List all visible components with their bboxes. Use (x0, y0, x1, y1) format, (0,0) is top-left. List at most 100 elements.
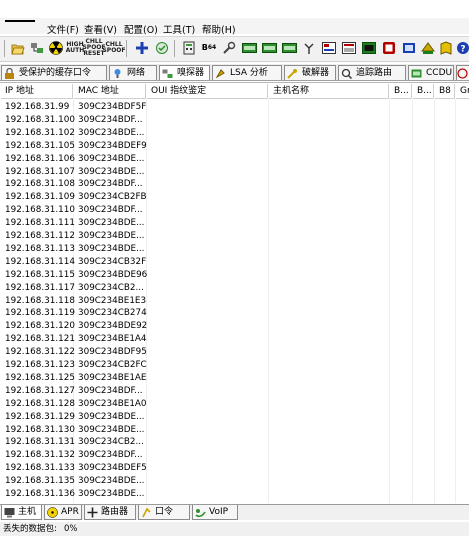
menu-view[interactable]: 查看(V) (84, 22, 117, 36)
radioactive-icon[interactable] (48, 40, 64, 56)
ip-address-cell: 192.168.31.108 (5, 179, 75, 190)
base64-icon[interactable]: B 64 (201, 40, 217, 56)
col-header-ip[interactable]: IP 地址 (1, 84, 73, 99)
ntlm-hash-icon[interactable] (261, 40, 277, 56)
menu-tools[interactable]: 工具(T) (163, 22, 195, 36)
table-row[interactable]: 192.168.31.114 309C234CB32F (0, 256, 469, 269)
table-row[interactable]: 192.168.31.129 309C234BDE... (0, 411, 469, 424)
chall-spoof-reset-label[interactable]: CHLL SPOOF RESET (82, 39, 105, 57)
table-row[interactable]: 192.168.31.127 309C234BDF... (0, 385, 469, 398)
ip-address-cell: 192.168.31.107 (5, 166, 75, 177)
mac-address-cell: 309C234BDF... (78, 205, 143, 216)
table-row[interactable]: 192.168.31.115 309C234BDE96 (0, 269, 469, 282)
table-row[interactable]: 192.168.31.107 309C234BDE... (0, 166, 469, 179)
menu-file[interactable]: 文件(F) (47, 22, 79, 36)
tab-protected-cache[interactable]: 受保护的缓存口令 (1, 65, 107, 80)
tab-apr[interactable]: APR (44, 505, 82, 520)
table-row[interactable]: 192.168.31.130 309C234BDE... (0, 424, 469, 437)
col-header-b2[interactable]: B... (413, 84, 434, 99)
mac-address-cell: 309C234BDF... (78, 385, 143, 396)
table-row[interactable]: 192.168.31.109 309C234CB2FB (0, 191, 469, 204)
table-row[interactable]: 192.168.31.112 309C234BDE... (0, 230, 469, 243)
terminal-icon[interactable] (361, 40, 377, 56)
table-row[interactable]: 192.168.31.105 309C234BDEF9 (0, 140, 469, 153)
tab-routers[interactable]: 路由器 (84, 505, 136, 520)
tab-overflow[interactable] (456, 65, 469, 80)
table-row[interactable]: 192.168.31.131 309C234CB2... (0, 436, 469, 449)
tab-network[interactable]: 网络 (109, 65, 157, 80)
table-row[interactable]: 192.168.31.99 309C234BDF5F (0, 101, 469, 114)
open-folder-icon[interactable] (10, 40, 26, 56)
cracker-icon (287, 68, 298, 79)
svg-text:?: ? (460, 45, 465, 55)
ftp-icon[interactable] (401, 40, 417, 56)
lost-packets-value: 0% (64, 524, 78, 534)
table-row[interactable]: 192.168.31.110 309C234BDF... (0, 204, 469, 217)
mac-address-cell: 309C234BDE... (78, 127, 145, 138)
table-row[interactable]: 192.168.31.135 309C234BDE... (0, 475, 469, 488)
table-row[interactable]: 192.168.31.106 309C234BDE... (0, 153, 469, 166)
table-row[interactable]: 192.168.31.122 309C234BDF95 (0, 346, 469, 359)
table-row[interactable]: 192.168.31.133 309C234BDEF5 (0, 462, 469, 475)
table-row[interactable]: 192.168.31.121 309C234BE1A4 (0, 333, 469, 346)
toolbar-separator (4, 40, 5, 57)
table-row[interactable]: 192.168.31.119 309C234CB274 (0, 307, 469, 320)
tab-lsa-analysis[interactable]: LSA 分析 (212, 65, 282, 80)
table-row[interactable]: 192.168.31.132 309C234BDF... (0, 449, 469, 462)
table-row[interactable]: 192.168.31.117 309C234CB2... (0, 282, 469, 295)
tab-label: 网络 (127, 68, 146, 78)
table-row[interactable]: 192.168.31.123 309C234CB2FC (0, 359, 469, 372)
add-plus-icon[interactable] (134, 40, 150, 56)
tools-icon[interactable] (221, 40, 237, 56)
table-row[interactable]: 192.168.31.102 309C234BDE... (0, 127, 469, 140)
cert-collector-icon[interactable] (154, 40, 170, 56)
mac-address-cell: 309C234BDE... (78, 411, 145, 422)
table-row[interactable]: 192.168.31.108 309C234BDF... (0, 178, 469, 191)
md5-hash-icon[interactable] (281, 40, 297, 56)
network-sniffer-icon[interactable] (29, 40, 45, 56)
tab-passwords[interactable]: 口令 (138, 505, 190, 520)
lm-hash-icon[interactable] (241, 40, 257, 56)
table-row[interactable]: 192.168.31.111 309C234BDE... (0, 217, 469, 230)
chall-spoof-label[interactable]: CHLL SPOOF (102, 40, 125, 56)
book-icon[interactable] (438, 40, 454, 56)
col-header-b1[interactable]: B... (390, 84, 412, 99)
mac-address-cell: 309C234CB2... (78, 437, 144, 448)
ip-address-cell: 192.168.31.133 (5, 463, 75, 474)
cisco-config-icon[interactable] (321, 40, 337, 56)
ip-address-cell: 192.168.31.102 (5, 127, 75, 138)
tab-ccdu[interactable]: CCDU (408, 65, 454, 80)
table-row[interactable]: 192.168.31.125 309C234BE1AE (0, 372, 469, 385)
table-row[interactable]: 192.168.31.120 309C234BDE92 (0, 320, 469, 333)
tab-voip[interactable]: VoIP (192, 505, 238, 520)
ccdu-icon (411, 68, 422, 79)
ip-address-cell: 192.168.31.129 (5, 411, 75, 422)
ip-address-cell: 192.168.31.113 (5, 243, 75, 254)
vnc-icon[interactable] (341, 40, 357, 56)
ip-address-cell: 192.168.31.130 (5, 424, 75, 435)
menu-help[interactable]: 帮助(H) (202, 22, 236, 36)
tab-cracker[interactable]: 破解器 (284, 65, 336, 80)
hash-calculator-icon[interactable] (181, 40, 197, 56)
wireless-icon[interactable] (301, 40, 317, 56)
help-icon[interactable]: ? (455, 40, 469, 56)
table-row[interactable]: 192.168.31.128 309C234BE1A0 (0, 398, 469, 411)
tab-hosts[interactable]: 主机 (1, 505, 42, 520)
scanner-icon[interactable] (420, 40, 436, 56)
hash-auth-label[interactable]: HIGH AUTH (66, 40, 84, 56)
menu-config[interactable]: 配置(O) (124, 22, 158, 36)
col-header-gr[interactable]: Gr (456, 84, 469, 99)
rdp-icon[interactable] (381, 40, 397, 56)
col-header-b8[interactable]: B8 (435, 84, 455, 99)
tab-sniffer[interactable]: 嗅探器 (159, 65, 210, 80)
col-header-mac[interactable]: MAC 地址 (74, 84, 146, 99)
table-row[interactable]: 192.168.31.136 309C234BDE... (0, 488, 469, 501)
tab-traceroute[interactable]: 追踪路由 (338, 65, 406, 80)
col-header-hostname[interactable]: 主机名称 (269, 84, 389, 99)
col-header-oui[interactable]: OUI 指纹鉴定 (147, 84, 268, 99)
table-row[interactable]: 192.168.31.100 309C234BDF... (0, 114, 469, 127)
table-row[interactable]: 192.168.31.113 309C234BDE... (0, 243, 469, 256)
ip-address-cell: 192.168.31.100 (5, 114, 75, 125)
table-row[interactable]: 192.168.31.118 309C234BE1E3 (0, 295, 469, 308)
tab-label: 嗅探器 (177, 68, 205, 78)
